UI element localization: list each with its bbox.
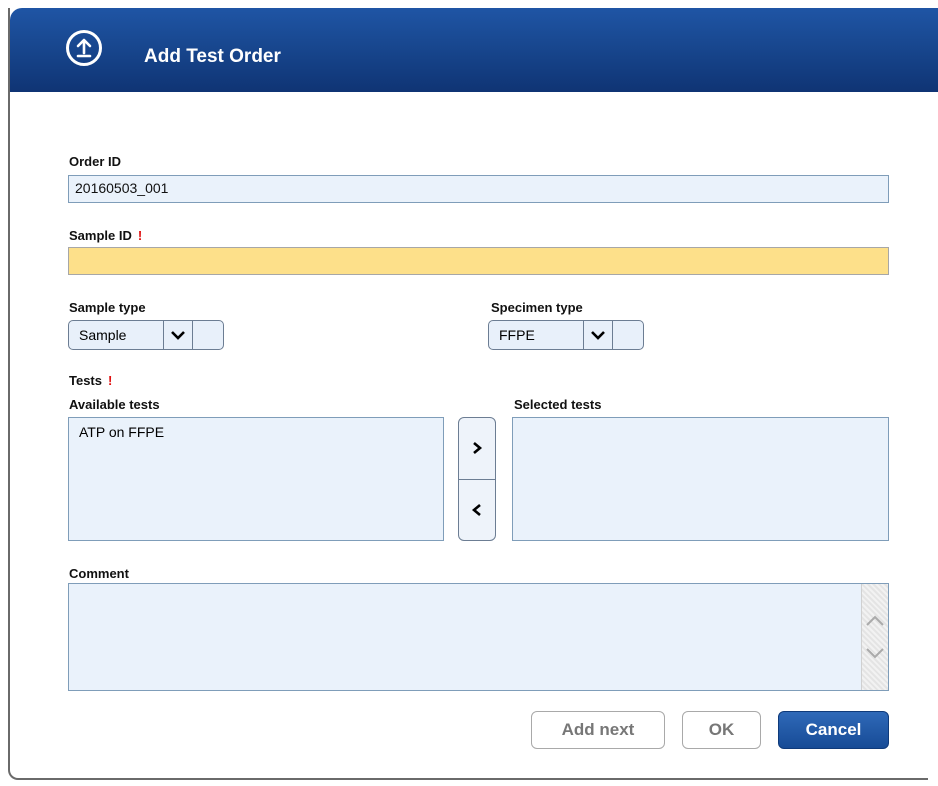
- dialog-title: Add Test Order: [144, 46, 281, 67]
- cancel-button[interactable]: Cancel: [778, 711, 889, 749]
- specimen-type-select[interactable]: FFPE: [488, 320, 644, 350]
- list-item[interactable]: ATP on FFPE: [69, 418, 443, 440]
- move-left-button[interactable]: [459, 480, 495, 541]
- available-tests-list[interactable]: ATP on FFPE: [68, 417, 444, 541]
- sample-id-field[interactable]: [68, 247, 889, 275]
- sample-id-label-text: Sample ID: [69, 228, 132, 243]
- order-id-label: Order ID: [69, 154, 122, 169]
- chevron-down-icon[interactable]: [163, 321, 192, 349]
- sample-type-value: Sample: [79, 327, 127, 343]
- available-tests-label: Available tests: [69, 397, 160, 412]
- upload-circle-icon: [66, 30, 102, 66]
- tests-label: Tests!: [69, 373, 112, 388]
- comment-field[interactable]: [68, 583, 889, 691]
- required-mark: !: [137, 228, 143, 243]
- move-right-button[interactable]: [459, 418, 495, 480]
- dialog-header: Add Test Order: [10, 8, 938, 92]
- tests-label-text: Tests: [69, 373, 102, 388]
- sample-type-label: Sample type: [69, 300, 146, 315]
- scrollbar[interactable]: [861, 584, 888, 690]
- ok-button[interactable]: OK: [682, 711, 761, 749]
- move-buttons: [458, 417, 496, 541]
- selected-tests-list[interactable]: [512, 417, 889, 541]
- selected-tests-label: Selected tests: [514, 397, 602, 412]
- specimen-type-value: FFPE: [499, 327, 535, 343]
- sample-type-select[interactable]: Sample: [68, 320, 224, 350]
- select-tail: [612, 321, 643, 349]
- add-next-button[interactable]: Add next: [531, 711, 665, 749]
- chevron-down-icon[interactable]: [583, 321, 612, 349]
- order-id-field[interactable]: 20160503_001: [68, 175, 889, 203]
- sample-id-label: Sample ID!: [69, 228, 142, 243]
- select-tail: [192, 321, 223, 349]
- specimen-type-label: Specimen type: [491, 300, 583, 315]
- comment-label: Comment: [69, 566, 129, 581]
- required-mark: !: [108, 373, 113, 388]
